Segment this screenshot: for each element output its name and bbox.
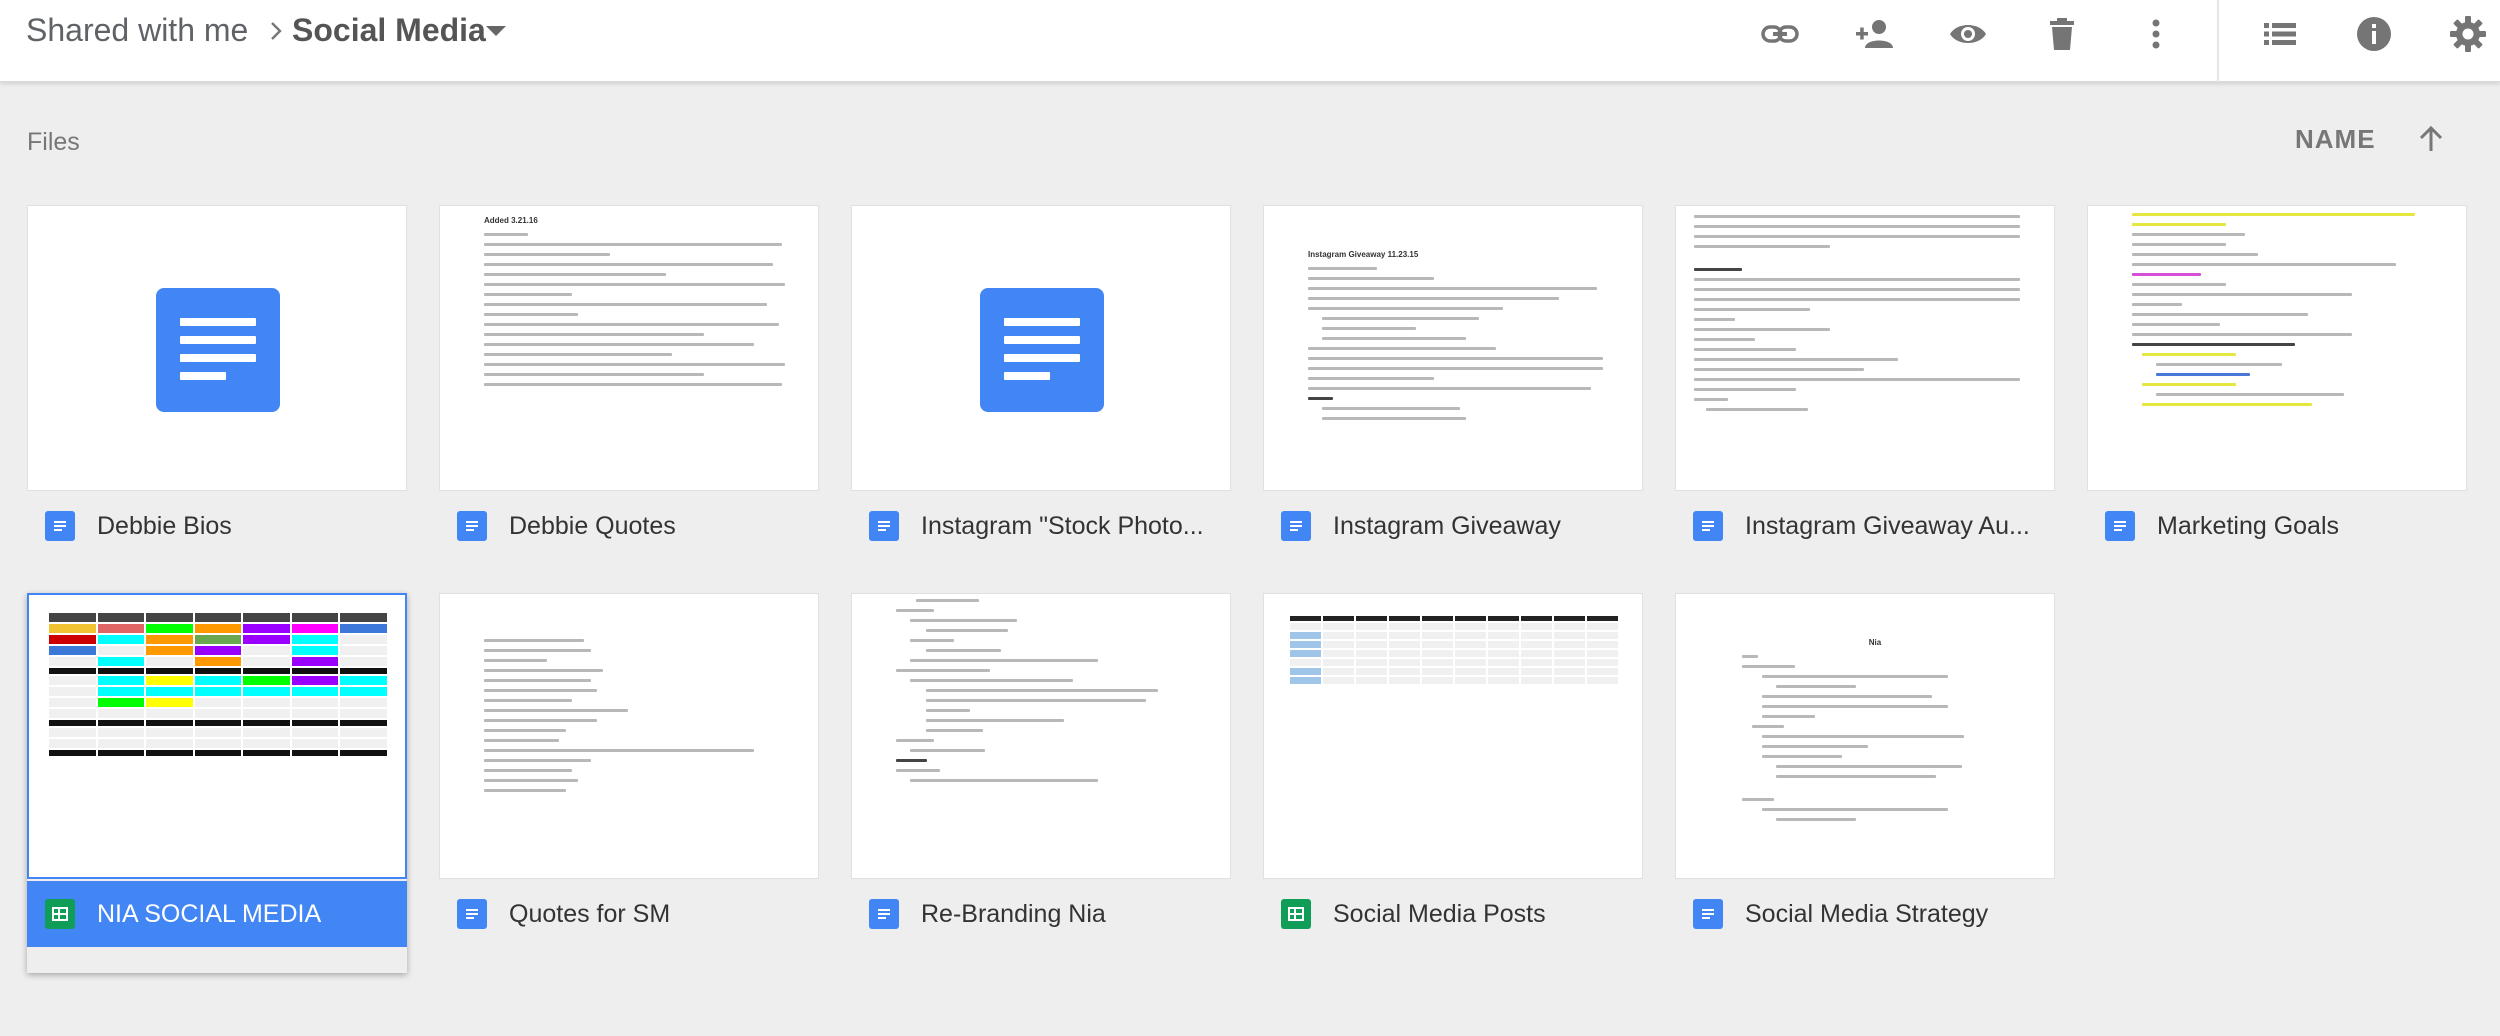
file-label: Social Media Posts: [1263, 881, 1643, 947]
preview-button[interactable]: [1940, 6, 1996, 62]
settings-button[interactable]: [2440, 6, 2496, 62]
file-card[interactable]: Debbie Bios: [27, 205, 407, 585]
file-thumbnail: [2087, 205, 2467, 491]
file-card[interactable]: Instagram Giveaway Au...: [1675, 205, 2055, 585]
arrow-up-icon: [2419, 125, 2443, 151]
file-card[interactable]: Instagram "Stock Photo...: [851, 205, 1231, 585]
file-thumbnail: Added 3.21.16: [439, 205, 819, 491]
file-thumbnail: [27, 205, 407, 491]
more-actions-button[interactable]: [2128, 6, 2184, 62]
file-card[interactable]: Re-Branding Nia: [851, 593, 1231, 973]
file-name: Debbie Quotes: [509, 511, 676, 540]
file-card[interactable]: Instagram Giveaway 11.23.15 Instagram Gi…: [1263, 205, 1643, 585]
file-name: Social Media Strategy: [1745, 899, 1989, 928]
breadcrumb-shared-with-me[interactable]: Shared with me: [26, 10, 248, 50]
get-link-button[interactable]: [1752, 6, 1808, 62]
list-view-button[interactable]: [2252, 6, 2308, 62]
file-card[interactable]: Social Media Posts: [1263, 593, 1643, 973]
file-thumbnail: [439, 593, 819, 879]
add-person-icon: [1856, 20, 1893, 48]
info-icon: [2357, 17, 2391, 51]
google-docs-icon: [457, 511, 487, 541]
google-docs-icon: [457, 899, 487, 929]
file-label: Instagram Giveaway: [1263, 493, 1643, 559]
settings-icon: [2450, 16, 2486, 52]
trash-icon: [2050, 18, 2074, 50]
google-docs-icon: [1693, 899, 1723, 929]
google-docs-icon: [2105, 511, 2135, 541]
file-thumbnail: [851, 593, 1231, 879]
remove-button[interactable]: [2034, 6, 2090, 62]
sort-by-name-button[interactable]: NAME: [2295, 124, 2376, 155]
thumb-heading: Instagram Giveaway 11.23.15: [1308, 250, 1419, 259]
file-name: Quotes for SM: [509, 899, 671, 928]
file-label: Re-Branding Nia: [851, 881, 1231, 947]
google-docs-icon: [45, 511, 75, 541]
file-thumbnail: Instagram Giveaway 11.23.15: [1263, 205, 1643, 491]
file-name: Social Media Posts: [1333, 899, 1546, 928]
file-card-selected[interactable]: NIA SOCIAL MEDIA: [27, 593, 407, 973]
file-name: NIA SOCIAL MEDIA: [97, 899, 322, 928]
file-label: Social Media Strategy: [1675, 881, 2055, 947]
google-docs-icon: [1693, 511, 1723, 541]
file-label: Debbie Quotes: [439, 493, 819, 559]
share-button[interactable]: [1846, 6, 1902, 62]
file-name: Instagram Giveaway: [1333, 511, 1561, 540]
list-view-icon: [2264, 23, 2296, 45]
file-card[interactable]: Marketing Goals: [2087, 205, 2467, 585]
google-sheets-icon: [1281, 899, 1311, 929]
file-name: Debbie Bios: [97, 511, 232, 540]
folder-menu-caret-icon[interactable]: [484, 24, 508, 38]
details-button[interactable]: [2346, 6, 2402, 62]
chevron-right-icon: [271, 22, 282, 40]
google-docs-icon: [869, 511, 899, 541]
doc-placeholder-icon: [980, 288, 1104, 412]
breadcrumb-current-folder[interactable]: Social Media: [292, 10, 486, 50]
google-sheets-icon: [45, 899, 75, 929]
google-docs-icon: [869, 899, 899, 929]
file-thumbnail: [851, 205, 1231, 491]
toolbar-divider: [2217, 0, 2219, 82]
file-label: Debbie Bios: [27, 493, 407, 559]
thumb-heading: Nia: [1868, 638, 1882, 647]
file-thumbnail: [1675, 205, 2055, 491]
file-thumbnail: Nia: [1675, 593, 2055, 879]
top-bar: Shared with me Social Media: [0, 0, 2500, 82]
file-label: Marketing Goals: [2087, 493, 2467, 559]
file-card[interactable]: Nia Social Media Strategy: [1675, 593, 2055, 973]
file-card[interactable]: Added 3.21.16 Debbie Quotes: [439, 205, 819, 585]
google-docs-icon: [1281, 511, 1311, 541]
file-card[interactable]: Quotes for SM: [439, 593, 819, 973]
more-vert-icon: [2152, 19, 2160, 49]
files-section-title: Files: [27, 128, 80, 156]
file-label: Instagram Giveaway Au...: [1675, 493, 2055, 559]
link-icon: [1761, 25, 1799, 43]
sort-direction-button[interactable]: [2412, 120, 2450, 158]
thumb-heading: Added 3.21.16: [484, 216, 538, 225]
file-thumbnail: [1263, 593, 1643, 879]
doc-placeholder-icon: [156, 288, 280, 412]
file-name: Instagram Giveaway Au...: [1745, 511, 2030, 540]
file-label: Instagram "Stock Photo...: [851, 493, 1231, 559]
file-label: Quotes for SM: [439, 881, 819, 947]
preview-eye-icon: [1950, 25, 1986, 43]
file-thumbnail: [27, 593, 407, 879]
file-name: Marketing Goals: [2157, 511, 2340, 540]
file-name: Instagram "Stock Photo...: [921, 511, 1204, 540]
file-label: NIA SOCIAL MEDIA: [27, 881, 407, 947]
file-name: Re-Branding Nia: [921, 899, 1106, 928]
